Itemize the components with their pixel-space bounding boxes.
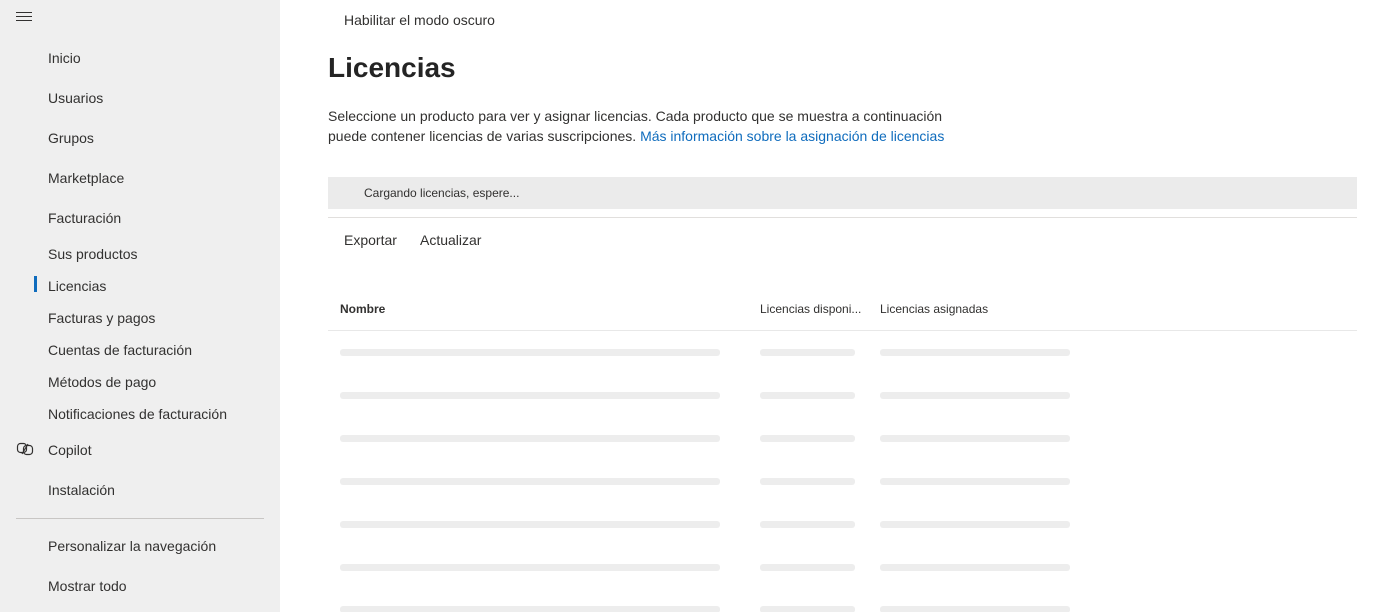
nav-item-facturacion[interactable]: Facturación	[48, 209, 121, 227]
skeleton-cell	[760, 606, 855, 612]
table-header-divider	[328, 330, 1357, 331]
skeleton-cell	[880, 521, 1070, 528]
main-content: Habilitar el modo oscuro Licencias Selec…	[280, 0, 1390, 612]
skeleton-cell	[340, 435, 720, 442]
command-bar-divider	[328, 217, 1357, 218]
skeleton-cell	[340, 606, 720, 612]
nav-item-facturas-y-pagos[interactable]: Facturas y pagos	[48, 309, 155, 327]
nav-item-marketplace[interactable]: Marketplace	[48, 169, 124, 187]
nav-item-grupos[interactable]: Grupos	[48, 129, 94, 147]
nav-divider	[16, 518, 264, 519]
nav-item-metodos-de-pago[interactable]: Métodos de pago	[48, 373, 156, 391]
nav-item-notificaciones-de-facturacion[interactable]: Notificaciones de facturación	[48, 405, 227, 423]
dark-mode-toggle[interactable]: Habilitar el modo oscuro	[344, 12, 495, 28]
skeleton-cell	[760, 392, 855, 399]
skeleton-cell	[760, 478, 855, 485]
skeleton-cell	[880, 392, 1070, 399]
skeleton-cell	[880, 478, 1070, 485]
column-header-licencias-disponibles[interactable]: Licencias disponi...	[760, 302, 861, 316]
table-row-placeholder	[280, 349, 1390, 356]
skeleton-cell	[340, 478, 720, 485]
column-header-nombre[interactable]: Nombre	[340, 302, 385, 316]
nav-item-instalacion[interactable]: Instalación	[48, 481, 115, 499]
skeleton-cell	[340, 564, 720, 571]
skeleton-cell	[760, 435, 855, 442]
loading-text: Cargando licencias, espere...	[364, 186, 520, 200]
skeleton-cell	[340, 392, 720, 399]
nav-item-usuarios[interactable]: Usuarios	[48, 89, 103, 107]
learn-more-link[interactable]: Más información sobre la asignación de l…	[640, 128, 944, 144]
table-row-placeholder	[280, 392, 1390, 399]
nav-item-inicio[interactable]: Inicio	[48, 49, 81, 67]
column-header-licencias-asignadas[interactable]: Licencias asignadas	[880, 302, 988, 316]
copilot-icon	[16, 442, 34, 456]
skeleton-cell	[760, 564, 855, 571]
skeleton-cell	[880, 435, 1070, 442]
loading-message-bar: Cargando licencias, espere...	[328, 177, 1357, 209]
nav-item-copilot[interactable]: Copilot	[48, 441, 92, 459]
table-row-placeholder	[280, 478, 1390, 485]
nav-item-cuentas-de-facturacion[interactable]: Cuentas de facturación	[48, 341, 192, 359]
table-row-placeholder	[280, 521, 1390, 528]
nav-item-mostrar-todo[interactable]: Mostrar todo	[48, 577, 127, 595]
nav-item-personalizar-navegacion[interactable]: Personalizar la navegación	[48, 537, 216, 555]
skeleton-cell	[340, 349, 720, 356]
left-navigation: Inicio Usuarios Grupos Marketplace Factu…	[0, 0, 280, 612]
skeleton-cell	[880, 564, 1070, 571]
nav-item-licencias[interactable]: Licencias	[48, 277, 106, 295]
skeleton-cell	[340, 521, 720, 528]
page-description: Seleccione un producto para ver y asigna…	[328, 106, 948, 146]
skeleton-cell	[880, 349, 1070, 356]
table-row-placeholder	[280, 606, 1390, 612]
skeleton-cell	[760, 521, 855, 528]
export-button[interactable]: Exportar	[344, 232, 397, 248]
active-indicator	[34, 276, 37, 292]
page-title: Licencias	[328, 52, 456, 83]
refresh-button[interactable]: Actualizar	[420, 232, 481, 248]
nav-item-sus-productos[interactable]: Sus productos	[48, 245, 138, 263]
skeleton-cell	[760, 349, 855, 356]
hamburger-menu-icon[interactable]	[16, 10, 34, 24]
table-row-placeholder	[280, 435, 1390, 442]
table-row-placeholder	[280, 564, 1390, 571]
skeleton-cell	[880, 606, 1070, 612]
